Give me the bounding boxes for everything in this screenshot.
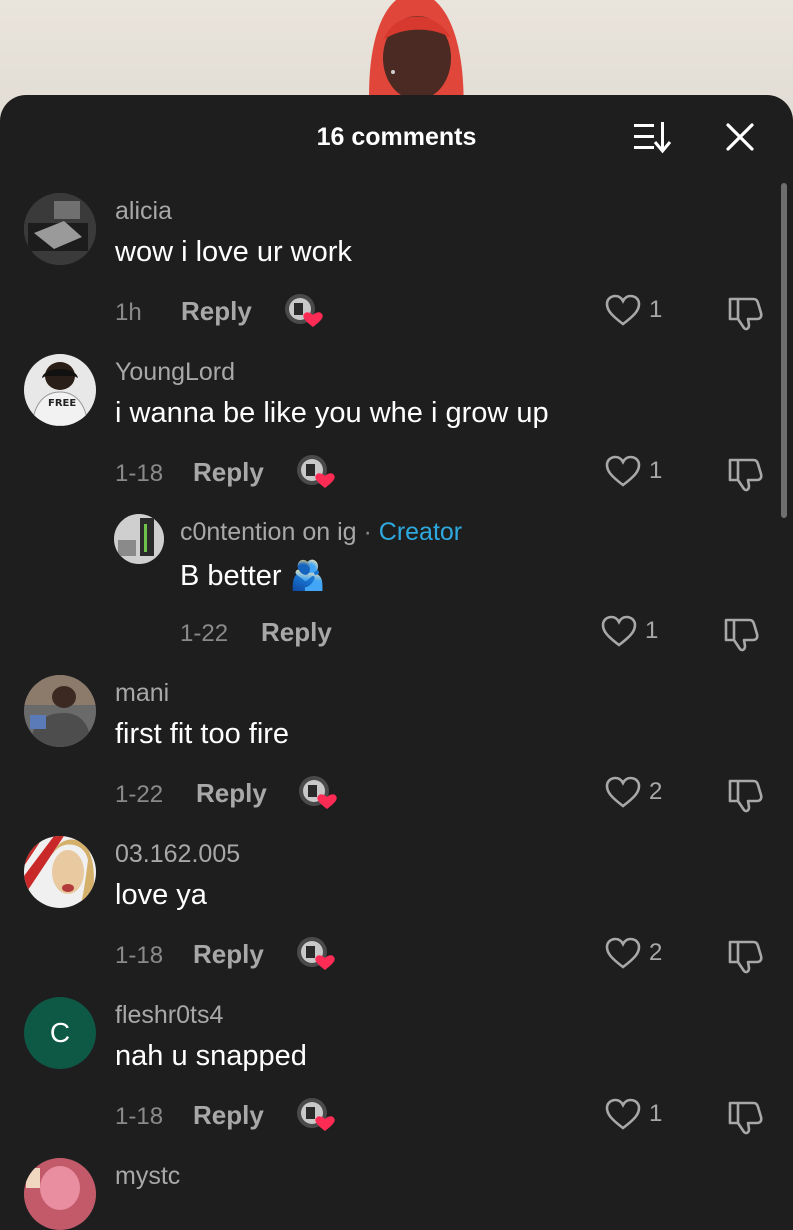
heart-icon [605, 1098, 641, 1130]
close-icon[interactable] [720, 117, 760, 157]
comment-username[interactable]: YoungLord [115, 358, 235, 387]
comment-username[interactable]: mani [115, 679, 169, 708]
like-count: 1 [649, 296, 663, 323]
dislike-icon[interactable] [725, 936, 765, 974]
comment-username[interactable]: 03.162.005 [115, 840, 240, 869]
comment-text: first fit too fire [115, 718, 290, 750]
comments-header: 16 comments [0, 95, 793, 179]
like-button[interactable]: 1 [601, 615, 681, 649]
comment-text-body: B better [180, 560, 282, 592]
avatar[interactable] [24, 193, 96, 265]
like-button[interactable]: 2 [605, 937, 685, 971]
heart-icon [601, 615, 637, 647]
comment-username[interactable]: fleshr0ts4 [115, 1001, 223, 1030]
like-count: 2 [649, 778, 663, 805]
reply-button[interactable]: Reply [196, 778, 267, 809]
scrollbar[interactable] [781, 183, 787, 518]
comment-time: 1-18 [115, 942, 164, 969]
comment-text: i wanna be like you whe i grow up [115, 397, 549, 429]
dislike-icon[interactable] [721, 614, 761, 652]
reply-button[interactable]: Reply [181, 296, 252, 327]
comment-time: 1h [115, 299, 142, 326]
like-button[interactable]: 2 [605, 776, 685, 810]
comment-username[interactable]: mystc [115, 1162, 180, 1191]
dislike-icon[interactable] [725, 775, 765, 813]
avatar[interactable] [24, 675, 96, 747]
comment-text: B better 🫂 [180, 559, 326, 593]
like-count: 1 [649, 457, 663, 484]
dislike-icon[interactable] [725, 1097, 765, 1135]
avatar[interactable] [24, 836, 96, 908]
heart-icon [605, 937, 641, 969]
dislike-icon[interactable] [725, 454, 765, 492]
creator-liked-icon [297, 1098, 335, 1131]
heart-icon [605, 776, 641, 808]
reply-button[interactable]: Reply [261, 617, 332, 648]
svg-text:FREE: FREE [48, 398, 76, 409]
avatar[interactable] [24, 1158, 96, 1230]
heart-icon [605, 294, 641, 326]
like-button[interactable]: 1 [605, 294, 685, 328]
reply-button[interactable]: Reply [193, 1100, 264, 1131]
comments-count-title: 16 comments [316, 123, 477, 151]
avatar[interactable] [114, 514, 164, 564]
creator-liked-icon [285, 294, 323, 327]
like-count: 1 [645, 617, 659, 644]
comment-time: 1-22 [115, 781, 164, 808]
comment-username[interactable]: c0ntention on ig · Creator [180, 518, 462, 547]
like-count: 1 [649, 1100, 663, 1127]
comment-username[interactable]: alicia [115, 197, 172, 226]
comment-time: 1-22 [180, 620, 229, 647]
creator-liked-icon [299, 776, 337, 809]
comment-text: nah u snapped [115, 1040, 307, 1072]
like-button[interactable]: 1 [605, 455, 685, 489]
separator-dot: · [363, 518, 372, 546]
creator-username[interactable]: c0ntention on ig [180, 518, 357, 546]
dislike-icon[interactable] [725, 293, 765, 331]
creator-liked-icon [297, 455, 335, 488]
sort-icon[interactable] [630, 119, 674, 155]
creator-badge: Creator [378, 518, 463, 546]
like-count: 2 [649, 939, 663, 966]
avatar[interactable]: C [24, 997, 96, 1069]
comment-time: 1-18 [115, 1103, 164, 1130]
heart-icon [605, 455, 641, 487]
comment-text: love ya [115, 879, 207, 911]
creator-liked-icon [297, 937, 335, 970]
like-button[interactable]: 1 [605, 1098, 685, 1132]
reply-button[interactable]: Reply [193, 457, 264, 488]
comment-time: 1-18 [115, 460, 164, 487]
hug-emoji: 🫂 [289, 560, 326, 592]
reply-button[interactable]: Reply [193, 939, 264, 970]
comment-text: wow i love ur work [115, 236, 352, 268]
avatar[interactable]: FREE [24, 354, 96, 426]
